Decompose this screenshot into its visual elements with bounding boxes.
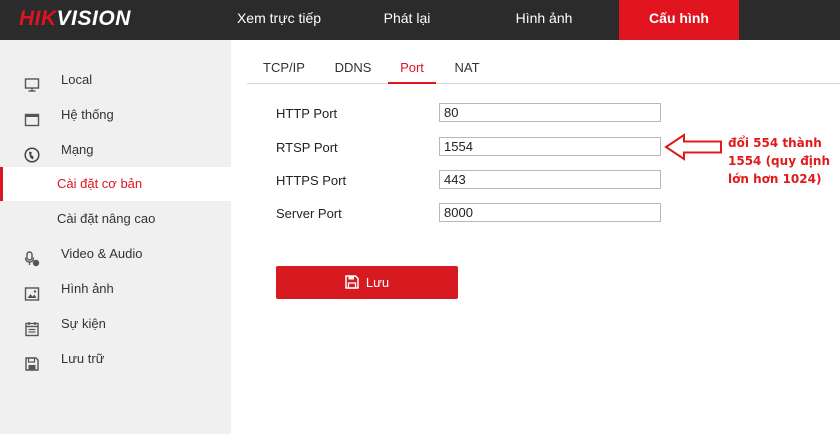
sidebar-item-system[interactable]: Hệ thống [0, 98, 231, 132]
calendar-icon [24, 316, 40, 337]
save-disk-icon [24, 351, 40, 371]
microphone-icon [24, 246, 40, 267]
sidebar-item-label: Cài đặt nâng cao [57, 211, 156, 226]
http-port-input[interactable]: 80 [439, 103, 661, 122]
sidebar-item-label: Video & Audio [61, 246, 143, 261]
annotation-line: lớn hơn 1024) [728, 172, 822, 186]
http-port-label: HTTP Port [276, 106, 338, 121]
annotation-line: đổi 554 thành [728, 136, 822, 150]
sidebar: Local Hệ thống Mạng Cài đặt cơ bản Cài đ… [0, 40, 231, 434]
monitor-icon [24, 72, 40, 92]
save-button[interactable]: Lưu [276, 266, 458, 299]
tab-ddns[interactable]: DDNS [331, 54, 375, 84]
sidebar-item-network[interactable]: Mạng [0, 133, 231, 167]
sidebar-item-label: Cài đặt cơ bản [57, 176, 143, 191]
sidebar-item-image[interactable]: Hình ảnh [0, 272, 231, 306]
sidebar-item-label: Sự kiện [61, 316, 106, 331]
rtsp-port-input[interactable]: 1554 [439, 137, 661, 156]
nav-live-view[interactable]: Xem trực tiếp [220, 0, 338, 40]
server-port-input[interactable]: 8000 [439, 203, 661, 222]
sidebar-item-label: Mạng [61, 142, 94, 157]
tab-port[interactable]: Port [388, 54, 436, 84]
hikvision-logo: HIKVISION [19, 7, 131, 31]
globe-icon [24, 142, 40, 163]
https-port-input[interactable]: 443 [439, 170, 661, 189]
save-button-label: Lưu [365, 275, 390, 290]
annotation-arrow-icon [664, 133, 722, 161]
sidebar-item-event[interactable]: Sự kiện [0, 307, 231, 341]
window-icon [24, 107, 40, 127]
sidebar-item-label: Lưu trữ [61, 351, 105, 366]
sidebar-item-local[interactable]: Local [0, 63, 231, 97]
sidebar-item-advanced-settings[interactable]: Cài đặt nâng cao [0, 202, 231, 236]
tab-nat[interactable]: NAT [448, 54, 486, 84]
annotation-note: đổi 554 thành 1554 (quy định lớn hơn 102… [728, 134, 838, 188]
sidebar-item-storage[interactable]: Lưu trữ [0, 342, 231, 376]
logo-red-text: HIK [19, 7, 57, 30]
https-port-label: HTTPS Port [276, 173, 347, 188]
sidebar-item-label: Hệ thống [61, 107, 114, 122]
network-tabs: TCP/IP DDNS Port NAT [247, 54, 840, 84]
tab-tcpip[interactable]: TCP/IP [260, 54, 308, 84]
annotation-line: 1554 (quy định [728, 154, 830, 168]
top-bar: HIKVISION Xem trực tiếp Phát lại Hình ản… [0, 0, 840, 40]
logo-white-text: VISION [56, 7, 131, 30]
rtsp-port-label: RTSP Port [276, 140, 338, 155]
nav-playback[interactable]: Phát lại [348, 0, 466, 40]
save-icon [345, 268, 359, 289]
image-icon [24, 281, 40, 301]
nav-configuration[interactable]: Cấu hình [619, 0, 739, 40]
sidebar-item-label: Hình ảnh [61, 281, 114, 296]
sidebar-item-video-audio[interactable]: Video & Audio [0, 237, 231, 271]
nav-picture[interactable]: Hình ảnh [480, 0, 608, 40]
server-port-label: Server Port [276, 206, 342, 221]
sidebar-item-label: Local [61, 72, 93, 87]
sidebar-item-basic-settings[interactable]: Cài đặt cơ bản [0, 167, 231, 201]
